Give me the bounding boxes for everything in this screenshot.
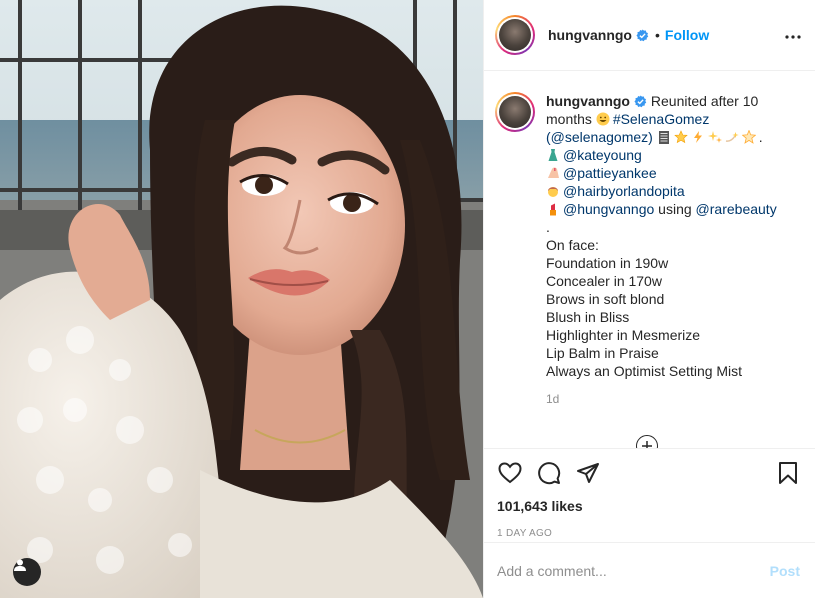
- lipstick-emoji-icon: [550, 203, 556, 216]
- product-item: Highlighter in Mesmerize: [546, 327, 701, 343]
- separator-dot: •: [655, 27, 660, 43]
- building-emoji-icon: [658, 131, 669, 144]
- star-emoji-icon: [673, 130, 688, 144]
- post-comment-button[interactable]: Post: [770, 563, 800, 579]
- grinning-face-emoji-icon: [596, 112, 610, 126]
- bookmark-icon: [779, 462, 797, 484]
- product-item: Brows in soft blond: [546, 291, 665, 307]
- mention-link[interactable]: (@selenagomez): [546, 129, 653, 145]
- load-more-comments-button[interactable]: [636, 435, 658, 448]
- dress-emoji-icon: [548, 149, 558, 161]
- credit-line: @hungvanngo using @rarebeauty: [546, 200, 802, 218]
- heart-icon: [498, 462, 522, 484]
- glowing-star-emoji-icon: [741, 130, 756, 144]
- caption-avatar[interactable]: [495, 92, 535, 132]
- follow-button[interactable]: Follow: [665, 27, 709, 43]
- product-item: Lip Balm in Praise: [546, 345, 659, 361]
- hashtag-link[interactable]: #SelenaGomez: [613, 111, 710, 127]
- product-item: Concealer in 170w: [546, 273, 662, 289]
- avatar[interactable]: [495, 15, 535, 55]
- user-icon: [14, 559, 26, 571]
- verified-badge-icon: [636, 28, 649, 41]
- selfie-image: [0, 0, 483, 598]
- tagged-users-button[interactable]: [13, 558, 41, 586]
- plus-icon: [642, 441, 652, 448]
- caption: hungvanngo Reunited after 10 months #Sel…: [484, 72, 815, 408]
- comment-input[interactable]: [497, 562, 770, 579]
- credit-handle[interactable]: @hungvanngo: [563, 201, 654, 217]
- caption-separator: .: [546, 219, 550, 235]
- product-item: Always an Optimist Setting Mist: [546, 363, 743, 379]
- post-photo[interactable]: [0, 0, 483, 598]
- comment-button[interactable]: [535, 459, 563, 487]
- post-timestamp[interactable]: 1 DAY AGO: [484, 528, 815, 539]
- credit-handle[interactable]: @pattieyankee: [563, 165, 657, 181]
- save-button[interactable]: [774, 459, 802, 487]
- credit-connector: using: [654, 201, 696, 217]
- credit-handle[interactable]: @hairbyorlandopita: [563, 183, 685, 199]
- avatar-image: [499, 96, 531, 128]
- caption-period: .: [758, 129, 763, 145]
- credit-line: @pattieyankee: [546, 164, 802, 182]
- product-item: Foundation in 190w: [546, 255, 669, 271]
- post-actions: 101,643 likes 1 DAY AGO: [484, 448, 815, 539]
- post-header: hungvanngo • Follow: [484, 0, 815, 71]
- on-face-title: On face:: [546, 237, 599, 253]
- caption-area: hungvanngo Reunited after 10 months #Sel…: [484, 72, 815, 448]
- comment-form: Post: [484, 542, 815, 598]
- credit-handle[interactable]: @kateyoung: [563, 147, 642, 163]
- post-details-panel: hungvanngo • Follow hungvanngo Reunited …: [483, 0, 815, 598]
- product-item: Blush in Bliss: [546, 309, 630, 325]
- verified-badge-icon: [634, 95, 647, 108]
- dizzy-emoji-icon: [725, 132, 739, 142]
- paper-plane-icon: [577, 463, 599, 483]
- brand-handle[interactable]: @rarebeauty: [696, 201, 777, 217]
- caption-username[interactable]: hungvanngo: [546, 93, 630, 109]
- like-button[interactable]: [496, 459, 524, 487]
- credit-line: @hairbyorlandopita: [546, 182, 802, 200]
- haircut-emoji-icon: [548, 187, 558, 197]
- caption-age: 1d: [546, 392, 560, 406]
- likes-count[interactable]: 101,643 likes: [484, 498, 815, 514]
- avatar-image: [499, 19, 531, 51]
- action-bar: [484, 449, 815, 497]
- share-button[interactable]: [574, 459, 602, 487]
- lightning-emoji-icon: [693, 131, 702, 143]
- sparkles-emoji-icon: [707, 131, 722, 143]
- comment-icon: [538, 462, 561, 485]
- nail-polish-emoji-icon: [548, 167, 559, 178]
- caption-text: hungvanngo Reunited after 10 months #Sel…: [546, 92, 802, 408]
- credit-line: @kateyoung: [546, 146, 802, 164]
- more-options-icon[interactable]: [785, 26, 801, 44]
- header-username[interactable]: hungvanngo: [548, 27, 632, 43]
